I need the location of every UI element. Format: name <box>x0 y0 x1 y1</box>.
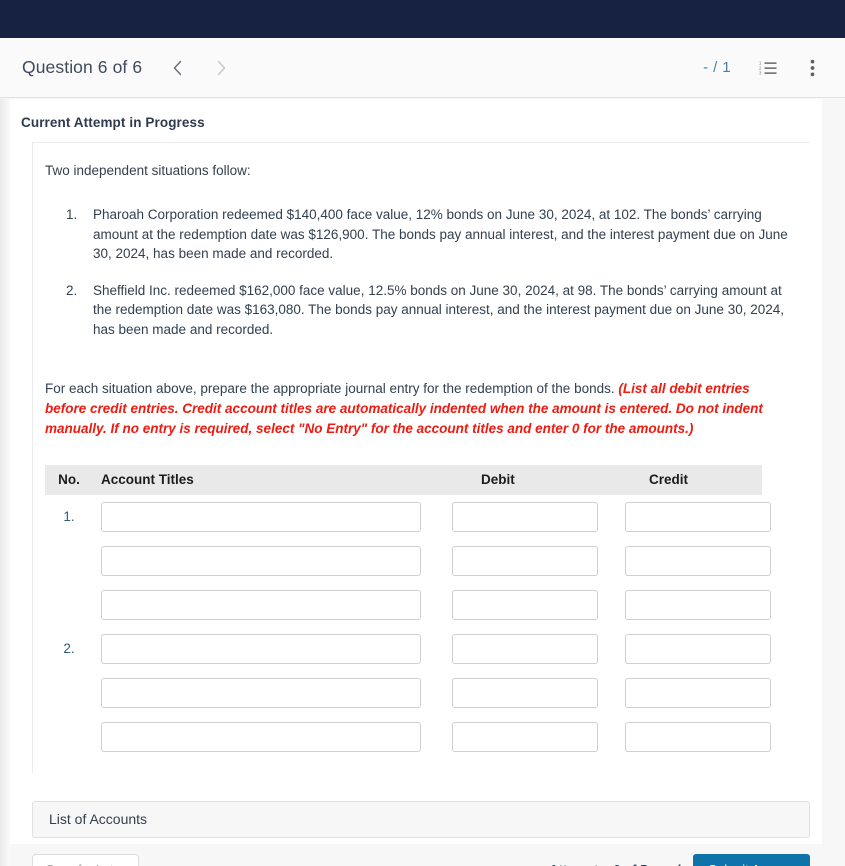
situations-list: Pharoah Corporation redeemed $140,400 fa… <box>33 205 792 339</box>
svg-text:3: 3 <box>759 70 762 75</box>
credit-input[interactable] <box>625 545 771 576</box>
credit-cell <box>601 501 771 532</box>
debit-input[interactable] <box>452 589 598 620</box>
credit-cell <box>601 677 771 708</box>
question-sheet: Current Attempt in Progress Two independ… <box>10 99 822 866</box>
debit-cell <box>433 721 601 752</box>
account-title-input[interactable] <box>101 721 421 752</box>
account-title-cell <box>93 677 433 708</box>
question-intro: Two independent situations follow: <box>45 163 251 178</box>
top-navigation-bar <box>0 0 845 38</box>
account-title-input[interactable] <box>101 501 421 532</box>
debit-input[interactable] <box>452 677 598 708</box>
credit-input[interactable] <box>625 501 771 532</box>
chevron-left-icon[interactable] <box>166 57 188 79</box>
column-header-no: No. <box>58 472 80 488</box>
credit-input[interactable] <box>625 721 771 752</box>
table-row: 1. <box>45 495 771 539</box>
debit-cell <box>433 545 601 576</box>
attempt-status: Current Attempt in Progress <box>21 115 205 130</box>
question-navigation <box>166 57 232 79</box>
attempts-counter: Attempts: 0 of 5 used <box>549 862 681 866</box>
table-row: 2. <box>45 627 771 671</box>
credit-input[interactable] <box>625 677 771 708</box>
chevron-right-icon[interactable] <box>210 57 232 79</box>
account-title-cell <box>93 633 433 664</box>
list-of-accounts-button[interactable]: List of Accounts <box>32 800 810 838</box>
kebab-menu-icon[interactable] <box>801 57 823 79</box>
submit-answer-button[interactable]: Submit Answer <box>693 853 810 866</box>
column-header-credit: Credit <box>649 472 689 488</box>
account-title-input[interactable] <box>101 677 421 708</box>
debit-cell <box>433 633 601 664</box>
credit-input[interactable] <box>625 589 771 620</box>
account-title-input[interactable] <box>101 589 421 620</box>
row-number: 1. <box>63 509 75 525</box>
action-bar: Save for Later Attempts: 0 of 5 used Sub… <box>32 850 810 866</box>
debit-input[interactable] <box>452 721 598 752</box>
numbered-list-icon[interactable]: 1 2 3 <box>757 57 779 79</box>
table-row <box>45 671 771 715</box>
list-item: Pharoah Corporation redeemed $140,400 fa… <box>81 205 792 263</box>
content-frame: Current Attempt in Progress Two independ… <box>0 99 845 866</box>
debit-input[interactable] <box>452 633 598 664</box>
table-header-row: No. Account Titles Debit Credit <box>45 464 762 495</box>
debit-cell <box>433 589 601 620</box>
account-title-cell <box>93 545 433 576</box>
instruction-lead: For each situation above, prepare the ap… <box>45 381 619 397</box>
save-for-later-button[interactable]: Save for Later <box>32 854 139 866</box>
question-page: Question 6 of 6 - / 1 1 2 3 Current Atte… <box>0 0 845 866</box>
row-number: 2. <box>63 641 75 657</box>
journal-entry-table: No. Account Titles Debit Credit 1. 2. <box>45 464 771 759</box>
debit-input[interactable] <box>452 501 598 532</box>
credit-input[interactable] <box>625 633 771 664</box>
credit-cell <box>601 633 771 664</box>
debit-cell <box>433 501 601 532</box>
table-row <box>45 715 771 759</box>
score-display: - / 1 <box>703 59 731 76</box>
account-title-cell <box>93 721 433 752</box>
column-header-debit: Debit <box>481 472 515 488</box>
page-title: Question 6 of 6 <box>22 57 143 77</box>
debit-cell <box>433 677 601 708</box>
credit-cell <box>601 721 771 752</box>
debit-input[interactable] <box>452 545 598 576</box>
table-row <box>45 583 771 627</box>
question-header: Question 6 of 6 - / 1 1 2 3 <box>0 38 845 98</box>
table-row <box>45 539 771 583</box>
account-title-cell <box>93 589 433 620</box>
credit-cell <box>601 589 771 620</box>
account-title-input[interactable] <box>101 633 421 664</box>
question-instructions: For each situation above, prepare the ap… <box>33 379 792 439</box>
list-item: Sheffield Inc. redeemed $162,000 face va… <box>81 281 792 339</box>
question-body: Two independent situations follow: Pharo… <box>32 142 810 773</box>
list-of-accounts-label: List of Accounts <box>49 811 148 828</box>
left-rail <box>0 99 10 866</box>
account-title-input[interactable] <box>101 545 421 576</box>
right-gutter <box>822 99 845 866</box>
credit-cell <box>601 545 771 576</box>
account-title-cell <box>93 501 433 532</box>
column-header-account: Account Titles <box>101 472 194 488</box>
